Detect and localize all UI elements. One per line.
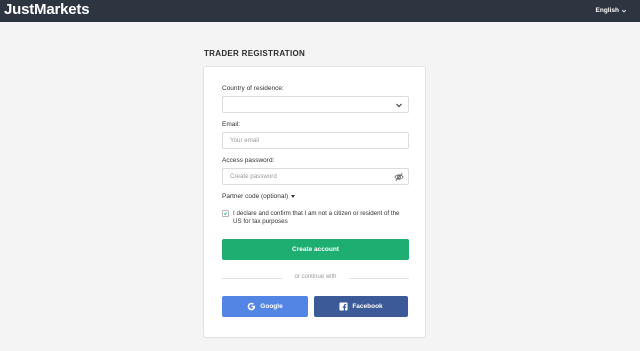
registration-card: Country of residence: Email: Your email … [203, 66, 426, 338]
password-label: Access password: [222, 157, 275, 164]
partner-code-toggle[interactable]: Partner code (optional) [222, 193, 296, 200]
partner-code-label: Partner code (optional) [222, 193, 289, 200]
eye-off-icon[interactable] [394, 172, 404, 182]
chevron-down-icon [396, 103, 402, 108]
google-icon [248, 302, 256, 311]
google-label: Google [260, 303, 283, 310]
language-selector[interactable]: English [596, 7, 627, 14]
facebook-label: Facebook [352, 303, 383, 310]
declaration-checkbox[interactable] [222, 210, 229, 217]
create-account-button[interactable]: Create account [222, 239, 409, 260]
language-label: English [595, 7, 619, 14]
continue-divider: or continue with [222, 274, 409, 282]
chevron-down-icon [621, 9, 627, 13]
checkmark-icon [223, 212, 228, 216]
page-title: TRADER REGISTRATION [204, 49, 306, 58]
divider-text: or continue with [294, 274, 337, 280]
email-label: Email: [222, 121, 241, 128]
top-bar: JustMarkets English [0, 0, 640, 22]
password-field[interactable]: Create password [222, 168, 409, 185]
logo[interactable]: JustMarkets [4, 1, 90, 18]
email-field[interactable]: Your email [222, 132, 409, 149]
facebook-button[interactable]: Facebook [314, 296, 408, 317]
facebook-icon [339, 302, 348, 311]
divider-line [349, 278, 409, 279]
google-button[interactable]: Google [222, 296, 308, 317]
country-label: Country of residence: [222, 85, 284, 92]
country-select[interactable] [222, 96, 409, 113]
password-placeholder: Create password [230, 173, 277, 180]
declaration-text: I declare and confirm that I am not a ci… [233, 210, 400, 225]
caret-down-icon [291, 195, 296, 198]
email-placeholder: Your email [230, 137, 260, 144]
